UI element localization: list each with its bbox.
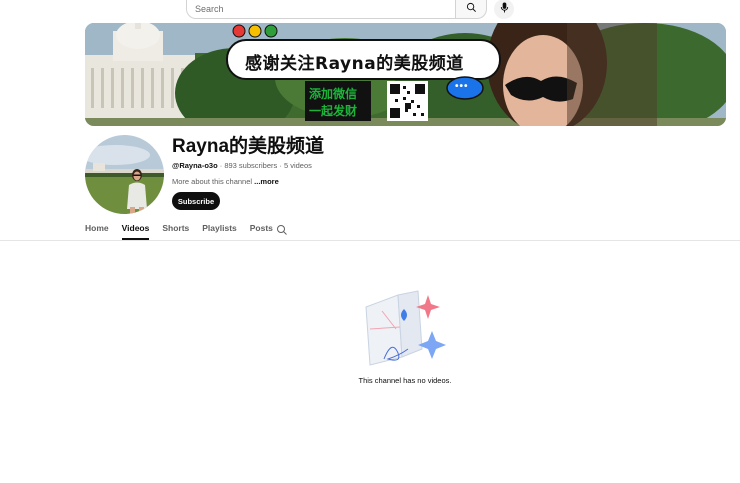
- subscriber-count: 893 subscribers: [224, 161, 278, 170]
- search-input[interactable]: [186, 0, 455, 19]
- search-icon: [466, 0, 477, 18]
- tab-home[interactable]: Home: [85, 218, 109, 240]
- tab-posts[interactable]: Posts: [250, 218, 273, 240]
- channel-handle: @Rayna-o3o: [172, 161, 218, 170]
- empty-state-message: This channel has no videos.: [358, 376, 452, 385]
- channel-search-button[interactable]: [276, 223, 288, 235]
- voice-search-button[interactable]: [494, 0, 514, 19]
- search-bar: [186, 0, 487, 19]
- avatar-image: [85, 135, 164, 214]
- banner-callout-line1: 添加微信: [309, 87, 358, 101]
- channel-name: Rayna的美股频道: [172, 136, 325, 157]
- channel-banner: 感谢关注Rayna的美股频道 添加微信 一起发财 •••: [85, 23, 726, 126]
- banner-callout-line2: 一起发财: [309, 104, 358, 118]
- about-channel-link[interactable]: More about this channel ...more: [172, 177, 279, 186]
- more-link[interactable]: ...more: [254, 177, 279, 186]
- banner-image: [85, 23, 726, 126]
- search-button[interactable]: [455, 0, 487, 19]
- microphone-icon: [500, 0, 509, 18]
- channel-tabs: Home Videos Shorts Playlists Posts: [85, 218, 286, 240]
- tab-playlists[interactable]: Playlists: [202, 218, 237, 240]
- banner-headline: 感谢关注Rayna的美股频道: [245, 54, 464, 74]
- channel-meta: @Rayna-o3o · 893 subscribers · 5 videos: [172, 161, 312, 170]
- meta-separator: ·: [277, 161, 284, 170]
- about-text: More about this channel: [172, 177, 253, 186]
- video-count: 5 videos: [283, 161, 312, 170]
- tabs-divider: [0, 240, 740, 241]
- tab-shorts[interactable]: Shorts: [162, 218, 189, 240]
- search-icon: [276, 223, 288, 240]
- channel-avatar[interactable]: [85, 135, 164, 214]
- empty-state-illustration: [362, 289, 448, 367]
- tab-videos[interactable]: Videos: [121, 218, 149, 240]
- subscribe-button[interactable]: Subscribe: [172, 192, 220, 210]
- chat-badge-dots: •••: [455, 81, 469, 92]
